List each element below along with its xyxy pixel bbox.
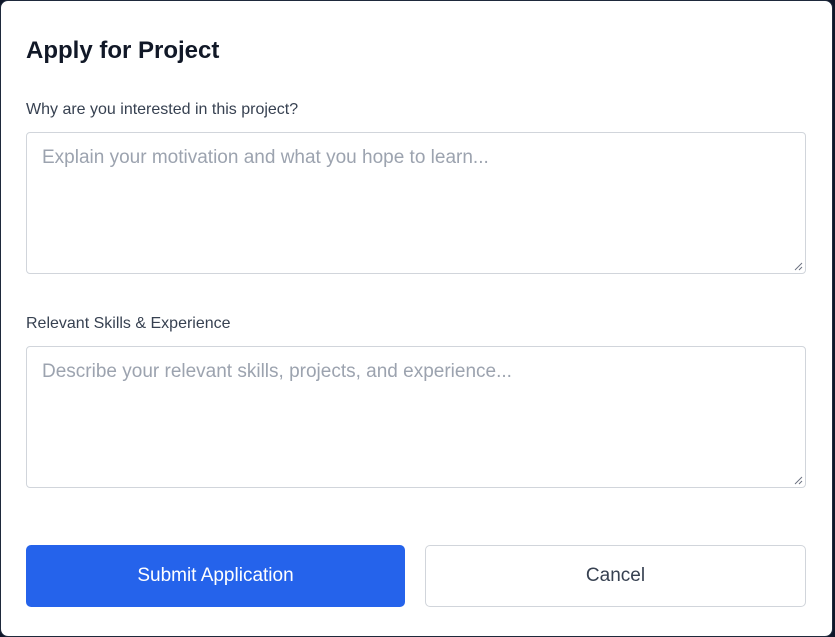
skills-textarea-container [26,346,806,488]
motivation-label: Why are you interested in this project? [26,101,299,118]
resize-grip-icon[interactable] [793,261,803,271]
resize-grip-icon[interactable] [793,475,803,485]
cancel-button[interactable]: Cancel [425,545,806,607]
apply-modal: Apply for Project Why are you interested… [0,0,833,637]
modal-title: Apply for Project [26,37,220,64]
motivation-textarea[interactable] [27,133,805,273]
submit-application-button[interactable]: Submit Application [26,545,405,607]
skills-textarea[interactable] [27,347,805,487]
skills-label: Relevant Skills & Experience [26,315,231,332]
motivation-textarea-container [26,132,806,274]
